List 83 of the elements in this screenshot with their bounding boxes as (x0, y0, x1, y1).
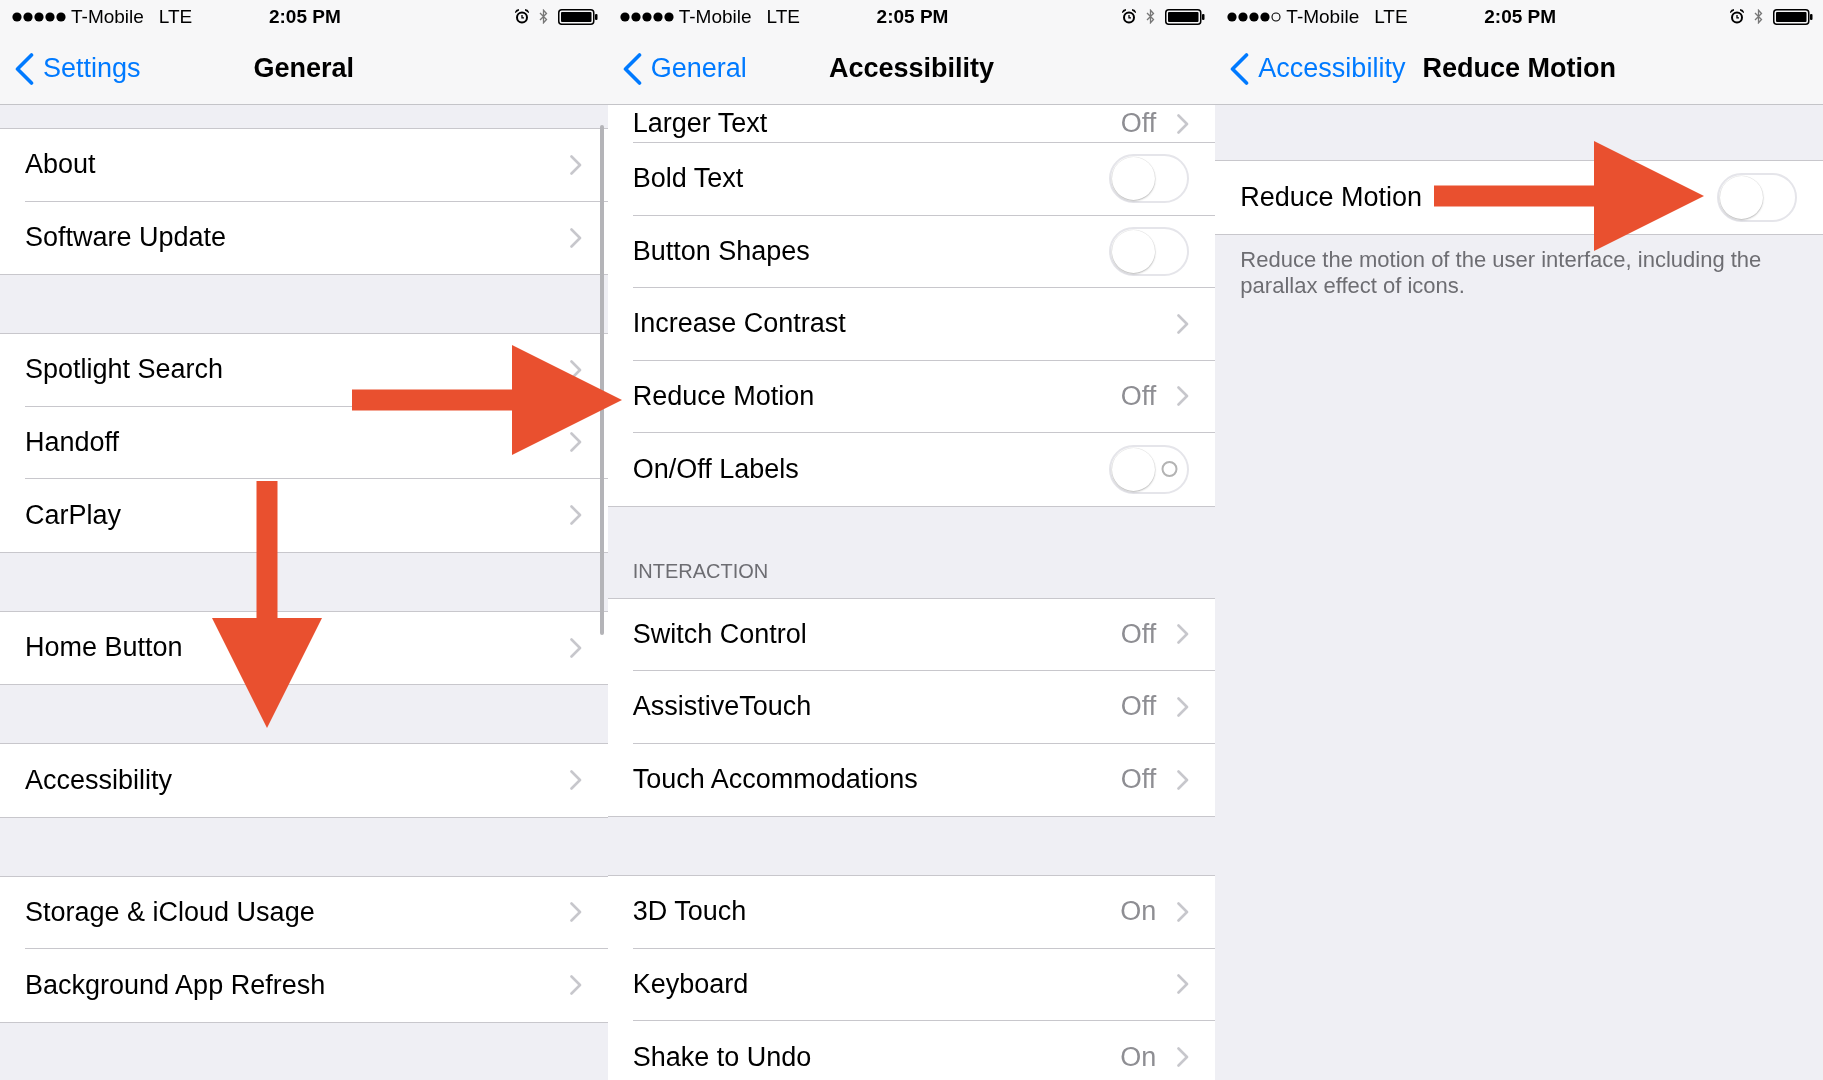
chevron-right-icon (1177, 901, 1190, 922)
row-label: Spotlight Search (25, 354, 225, 386)
chevron-right-icon (569, 975, 582, 996)
bluetooth-icon (1754, 9, 1763, 24)
signal-icon (1227, 11, 1282, 22)
row-value: On (1120, 896, 1157, 928)
chevron-right-icon (569, 154, 582, 175)
nav-title: Accessibility (828, 53, 995, 84)
row-label: Switch Control (632, 618, 808, 650)
chevron-right-icon (1177, 1047, 1190, 1068)
alarm-clock-icon (1122, 9, 1137, 24)
battery-icon (557, 8, 598, 25)
carrier-name: T-Mobile (678, 5, 752, 28)
row-label: On/Off Labels (632, 453, 800, 485)
row-label: Software Update (25, 222, 228, 254)
back-button[interactable]: General (607, 52, 747, 85)
row-label: Reduce Motion (632, 380, 816, 412)
back-button[interactable]: Settings (0, 52, 141, 85)
chevron-right-icon (1177, 974, 1190, 995)
row-value: Off (1120, 618, 1157, 650)
row-label: Bold Text (632, 163, 745, 195)
chevron-right-icon (569, 227, 582, 248)
chevron-right-icon (569, 505, 582, 526)
back-chevron-icon (621, 52, 642, 85)
alarm-clock-icon (1730, 9, 1744, 24)
status-time: 2:05 PM (268, 5, 341, 28)
back-chevron-icon (1229, 52, 1250, 85)
row-label: Increase Contrast (632, 308, 847, 340)
toggle-switch[interactable] (1109, 226, 1190, 276)
row-value: Off (1120, 108, 1157, 139)
row-label: About (25, 149, 97, 181)
nav-title: General (253, 53, 355, 84)
alarm-clock-icon (514, 9, 529, 24)
row-label: Handoff (25, 426, 121, 458)
row-label: 3D Touch (632, 896, 748, 928)
bluetooth-icon (538, 9, 548, 24)
chevron-right-icon (1177, 769, 1190, 790)
carrier-name: T-Mobile (71, 5, 144, 28)
chevron-right-icon (1177, 313, 1190, 334)
back-button[interactable]: Accessibility (1215, 52, 1406, 85)
signal-icon (619, 11, 674, 22)
nav-title: Reduce Motion (1422, 53, 1616, 84)
section-header: INTERACTION (632, 559, 769, 583)
row-label: Storage & iCloud Usage (25, 896, 316, 928)
row-label: Accessibility (25, 764, 174, 796)
battery-icon (1165, 8, 1206, 25)
bluetooth-icon (1146, 9, 1156, 24)
chevron-right-icon (569, 432, 582, 453)
status-time: 2:05 PM (1484, 5, 1557, 28)
toggle-switch[interactable] (1109, 154, 1190, 204)
row-label: Reduce Motion (1240, 181, 1423, 213)
status-time: 2:05 PM (876, 5, 949, 28)
network-type: LTE (1374, 5, 1408, 28)
chevron-right-icon (1177, 624, 1190, 645)
row-value: Off (1120, 764, 1157, 796)
row-label: Keyboard (632, 968, 750, 1000)
row-value: On (1120, 1041, 1157, 1073)
row-label: Background App Refresh (25, 969, 327, 1001)
row-label: AssistiveTouch (632, 691, 813, 723)
chevron-right-icon (569, 770, 582, 791)
signal-icon (12, 11, 66, 22)
chevron-right-icon (1177, 386, 1190, 407)
chevron-right-icon (569, 902, 582, 923)
back-chevron-icon (14, 52, 34, 85)
chevron-right-icon (1177, 113, 1190, 134)
network-type: LTE (766, 5, 800, 28)
row-value: Off (1120, 380, 1157, 412)
toggle-switch[interactable] (1717, 172, 1797, 222)
row-label: Larger Text (632, 108, 769, 139)
footer-note: Reduce the motion of the user interface, including the parallax effect of icons. (1239, 245, 1763, 299)
row-value: Off (1120, 691, 1157, 723)
network-type: LTE (158, 5, 193, 28)
row-label: CarPlay (25, 499, 123, 531)
battery-icon (1773, 8, 1813, 25)
row-label: Home Button (25, 632, 184, 664)
toggle-switch[interactable] (1109, 444, 1190, 494)
row-label: Touch Accommodations (632, 764, 919, 796)
row-label: Button Shapes (632, 235, 811, 267)
chevron-right-icon (569, 637, 582, 658)
chevron-right-icon (1177, 696, 1190, 717)
ring-icon (1161, 460, 1179, 478)
row-label: Shake to Undo (632, 1041, 813, 1073)
carrier-name: T-Mobile (1286, 5, 1360, 28)
